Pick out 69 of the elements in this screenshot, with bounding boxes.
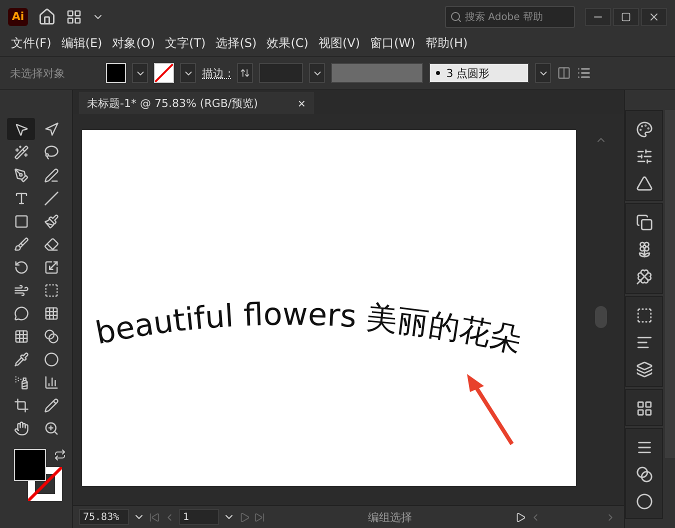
type-tool-icon	[14, 190, 28, 206]
fill-swatch[interactable]	[106, 63, 126, 83]
swap-icon[interactable]	[54, 449, 66, 461]
lasso-icon	[44, 144, 58, 160]
menu-item[interactable]: 文件(F)	[6, 34, 56, 52]
palette-icon[interactable]	[636, 121, 652, 138]
menu-item[interactable]: 帮助(H)	[420, 34, 473, 52]
dropdown-button[interactable]	[535, 63, 552, 83]
hand-tool-icon	[14, 420, 28, 436]
rectangle-tool-icon	[14, 214, 28, 228]
stroke-icon[interactable]	[636, 439, 652, 456]
eraser-icon	[44, 236, 58, 252]
menu-item[interactable]: 对象(O)	[107, 34, 160, 52]
stroke-swatch[interactable]	[154, 63, 174, 83]
play-icon[interactable]	[515, 512, 526, 522]
mesh-icon	[14, 328, 28, 344]
sliders-icon[interactable]	[636, 148, 652, 165]
menu-item[interactable]: 效果(C)	[262, 34, 314, 52]
perspective-grid-icon	[44, 306, 58, 320]
stroke-weight-field[interactable]	[259, 63, 304, 83]
selection-tool-icon	[14, 122, 28, 136]
search-field[interactable]: 搜索 Adobe 帮助	[445, 6, 575, 28]
home-icon[interactable]	[38, 8, 56, 26]
up-down-arrows-icon	[240, 68, 250, 78]
zoom-tool-icon	[44, 420, 58, 436]
grid-icon[interactable]	[636, 400, 652, 417]
menu-item[interactable]: 编辑(E)	[56, 34, 108, 52]
maximize-button[interactable]	[613, 8, 639, 26]
dropdown-button[interactable]	[309, 63, 326, 83]
status-text: 编组选择	[367, 510, 413, 524]
fill-color-swatch[interactable]	[14, 449, 46, 481]
workspace-icon[interactable]	[66, 8, 82, 24]
stroke-label: 描边 :	[202, 66, 232, 80]
document-tab[interactable]: 未标题-1* @ 75.83% (RGB/预览) ×	[79, 92, 314, 114]
paintbrush-icon	[44, 214, 58, 228]
dropdown-button[interactable]	[132, 63, 148, 83]
menu-item[interactable]: 文字(T)	[160, 34, 211, 52]
line-tool-icon	[44, 190, 58, 206]
list-icon[interactable]	[577, 66, 592, 80]
stepper-button[interactable]	[237, 63, 254, 83]
blob-brush-icon	[14, 236, 28, 252]
direct-selection-icon	[44, 122, 58, 136]
magic-wand-icon	[14, 144, 28, 160]
arrow-drawing	[467, 374, 514, 446]
symbol-sprayer-icon	[14, 374, 28, 390]
close-icon	[648, 10, 660, 22]
graph-tool-icon	[44, 374, 58, 390]
rotate-icon	[14, 260, 28, 274]
zoom-field[interactable]: 75.83%	[79, 509, 129, 525]
search-icon	[450, 10, 462, 22]
club-icon[interactable]	[636, 268, 652, 285]
menu-item[interactable]: 视图(V)	[313, 34, 366, 52]
menu-item[interactable]: 窗口(W)	[365, 34, 420, 52]
close-button[interactable]	[641, 8, 667, 26]
tab-close-button[interactable]: ×	[298, 96, 306, 110]
curved-text: beautiful flowers 美丽的花朵	[92, 296, 525, 360]
selection-tool-button[interactable]	[7, 118, 35, 140]
scrollbar-thumb[interactable]	[595, 306, 607, 328]
scale-icon	[44, 260, 58, 274]
pen-tool-icon	[14, 168, 28, 182]
selection-status: 未选择对象	[10, 66, 66, 80]
app-logo: Ai	[8, 8, 28, 26]
dot-icon	[436, 71, 440, 75]
eyedropper-icon	[14, 352, 28, 366]
menu-item[interactable]: 选择(S)	[210, 34, 262, 52]
dropdown-button[interactable]	[180, 63, 196, 83]
page-field[interactable]: 1	[179, 509, 219, 525]
brush-field[interactable]: 3 点圆形	[429, 63, 530, 83]
maximize-icon	[621, 12, 631, 22]
